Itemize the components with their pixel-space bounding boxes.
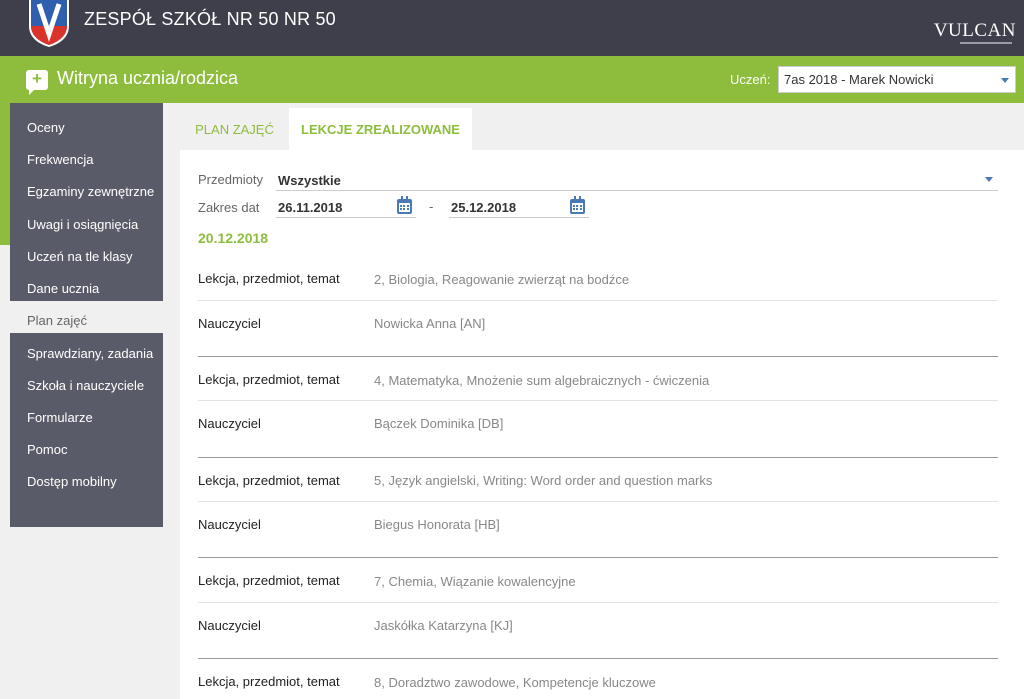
- row-divider: [198, 501, 998, 502]
- lesson-label: Lekcja, przedmiot, temat: [198, 674, 340, 689]
- lesson-label: Lekcja, przedmiot, temat: [198, 271, 340, 286]
- row-divider: [198, 300, 998, 301]
- content-panel: [180, 150, 1024, 699]
- chevron-down-icon[interactable]: [985, 177, 993, 182]
- sidebar: Oceny Frekwencja Egzaminy zewnętrzne Uwa…: [10, 103, 163, 527]
- date-to-input[interactable]: 25.12.2018: [451, 200, 516, 215]
- lesson-value: 5, Język angielski, Writing: Word order …: [374, 473, 713, 488]
- lesson-value: 4, Matematyka, Mnożenie sum algebraiczny…: [374, 373, 710, 388]
- lesson-divider: [198, 457, 998, 458]
- teacher-value: Biegus Honorata [HB]: [374, 517, 500, 532]
- sidebar-item-sprawdziany[interactable]: Sprawdziany, zadania: [10, 334, 163, 366]
- teacher-value: Jaskółka Katarzyna [KJ]: [374, 618, 513, 633]
- day-date-heading: 20.12.2018: [198, 230, 269, 246]
- calendar-icon[interactable]: [570, 196, 585, 214]
- sidebar-item-frekwencja[interactable]: Frekwencja: [10, 140, 163, 172]
- date-from-underline: [276, 217, 416, 218]
- date-to-underline: [449, 217, 589, 218]
- subjects-select-underline: [276, 190, 998, 191]
- teacher-label: Nauczyciel: [198, 517, 261, 532]
- lesson-divider: [198, 356, 998, 357]
- lesson-label: Lekcja, przedmiot, temat: [198, 372, 340, 387]
- sidebar-item-pomoc[interactable]: Pomoc: [10, 430, 163, 462]
- lesson-label: Lekcja, przedmiot, temat: [198, 573, 340, 588]
- sidebar-item-oceny[interactable]: Oceny: [10, 108, 163, 140]
- vulcan-logo: VULCAN: [933, 20, 1016, 41]
- lesson-label: Lekcja, przedmiot, temat: [198, 473, 340, 488]
- lesson-divider: [198, 557, 998, 558]
- subjects-select[interactable]: Wszystkie: [278, 173, 341, 188]
- date-separator: -: [429, 199, 434, 214]
- app-bar-edge: [0, 103, 10, 245]
- sidebar-item-plan-zajec[interactable]: Plan zajęć: [10, 301, 163, 333]
- teacher-value: Bączek Dominika [DB]: [374, 416, 504, 431]
- sidebar-item-egzaminy[interactable]: Egzaminy zewnętrzne: [10, 172, 163, 204]
- sidebar-item-uwagi[interactable]: Uwagi i osiągnięcia: [10, 205, 163, 237]
- teacher-label: Nauczyciel: [198, 316, 261, 331]
- school-name: ZESPÓŁ SZKÓŁ NR 50 NR 50: [84, 9, 336, 29]
- top-header: ZESPÓŁ SZKÓŁ NR 50 NR 50 VULCAN: [0, 0, 1024, 56]
- row-divider: [198, 400, 998, 401]
- sidebar-item-dane-ucznia[interactable]: Dane ucznia: [10, 269, 163, 301]
- date-range-label: Zakres dat: [198, 200, 260, 215]
- student-portal-icon: +: [26, 69, 48, 95]
- tab-lekcje-zrealizowane[interactable]: LEKCJE ZREALIZOWANE: [289, 108, 472, 150]
- student-select[interactable]: 7as 2018 - Marek Nowicki: [778, 66, 1016, 93]
- school-crest-logo: [29, 0, 69, 47]
- vulcan-logo-tagline: [960, 42, 1012, 44]
- sidebar-item-formularze[interactable]: Formularze: [10, 398, 163, 430]
- calendar-icon[interactable]: [397, 196, 412, 214]
- teacher-label: Nauczyciel: [198, 416, 261, 431]
- sidebar-item-szkola[interactable]: Szkoła i nauczyciele: [10, 366, 163, 398]
- teacher-label: Nauczyciel: [198, 618, 261, 633]
- app-title: Witryna ucznia/rodzica: [57, 68, 239, 88]
- lesson-value: 8, Doradztwo zawodowe, Kompetencje klucz…: [374, 675, 656, 690]
- lesson-value: 7, Chemia, Wiązanie kowalencyjne: [374, 574, 576, 589]
- row-divider: [198, 602, 998, 603]
- chevron-down-icon: [1001, 78, 1009, 83]
- subjects-label: Przedmioty: [198, 172, 264, 187]
- tab-plan-zajec[interactable]: PLAN ZAJĘĆ: [180, 108, 289, 150]
- teacher-value: Nowicka Anna [AN]: [374, 316, 486, 331]
- lesson-divider: [198, 658, 998, 659]
- date-from-input[interactable]: 26.11.2018: [278, 200, 342, 215]
- sidebar-item-uczen-na-tle-klasy[interactable]: Uczeń na tle klasy: [10, 237, 163, 269]
- lesson-value: 2, Biologia, Reagowanie zwierząt na bodź…: [374, 272, 630, 287]
- student-label: Uczeń:: [730, 72, 771, 87]
- sidebar-item-dostep-mobilny[interactable]: Dostęp mobilny: [10, 462, 163, 494]
- student-select-value: 7as 2018 - Marek Nowicki: [784, 72, 934, 87]
